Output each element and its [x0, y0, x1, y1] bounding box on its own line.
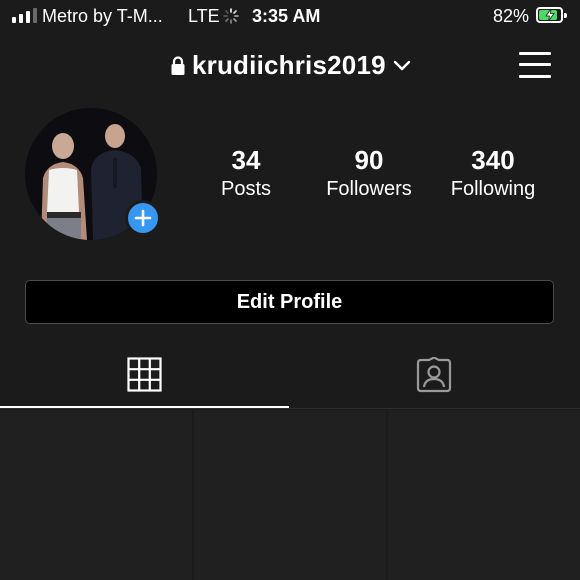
carrier-name: Metro by T-M...	[42, 6, 163, 26]
grid-icon	[127, 357, 162, 392]
loading-spinner-icon	[223, 8, 239, 24]
post-thumbnail[interactable]	[388, 410, 580, 580]
post-thumbnail[interactable]	[0, 410, 192, 580]
followers-stat[interactable]: 90 Followers	[309, 145, 429, 203]
edit-profile-button[interactable]: Edit Profile	[25, 280, 554, 324]
chevron-down-icon	[393, 60, 410, 70]
profile-header: krudiichris2019	[0, 44, 580, 88]
network-type: LTE	[188, 6, 220, 26]
posts-stat[interactable]: 34 Posts	[186, 145, 306, 203]
add-story-button[interactable]	[125, 200, 161, 236]
battery-percent: 82%	[493, 6, 530, 26]
bolt-icon	[545, 9, 555, 21]
tab-divider	[0, 408, 580, 409]
tab-posts-grid[interactable]	[0, 350, 290, 408]
hamburger-menu-icon[interactable]	[519, 50, 551, 80]
following-count: 340	[471, 145, 515, 175]
plus-icon	[134, 209, 152, 227]
posts-count: 34	[231, 145, 261, 175]
post-thumbnail[interactable]	[194, 410, 386, 580]
status-bar: Metro by T-M... LTE 3:35 AM 82%	[0, 0, 580, 34]
clock-time: 3:35 AM	[252, 6, 321, 26]
posts-label: Posts	[220, 178, 272, 200]
followers-label: Followers	[326, 178, 412, 200]
followers-count: 90	[354, 145, 384, 175]
following-stat[interactable]: 340 Following	[433, 145, 553, 203]
battery-icon	[536, 7, 567, 23]
lock-icon	[171, 55, 185, 75]
following-label: Following	[450, 178, 536, 200]
username: krudiichris2019	[192, 50, 386, 80]
account-switcher[interactable]: krudiichris2019	[170, 50, 412, 81]
posts-grid	[0, 410, 580, 580]
tagged-user-icon	[416, 357, 452, 393]
signal-bars-icon	[12, 7, 37, 23]
tab-tagged[interactable]	[290, 350, 580, 408]
